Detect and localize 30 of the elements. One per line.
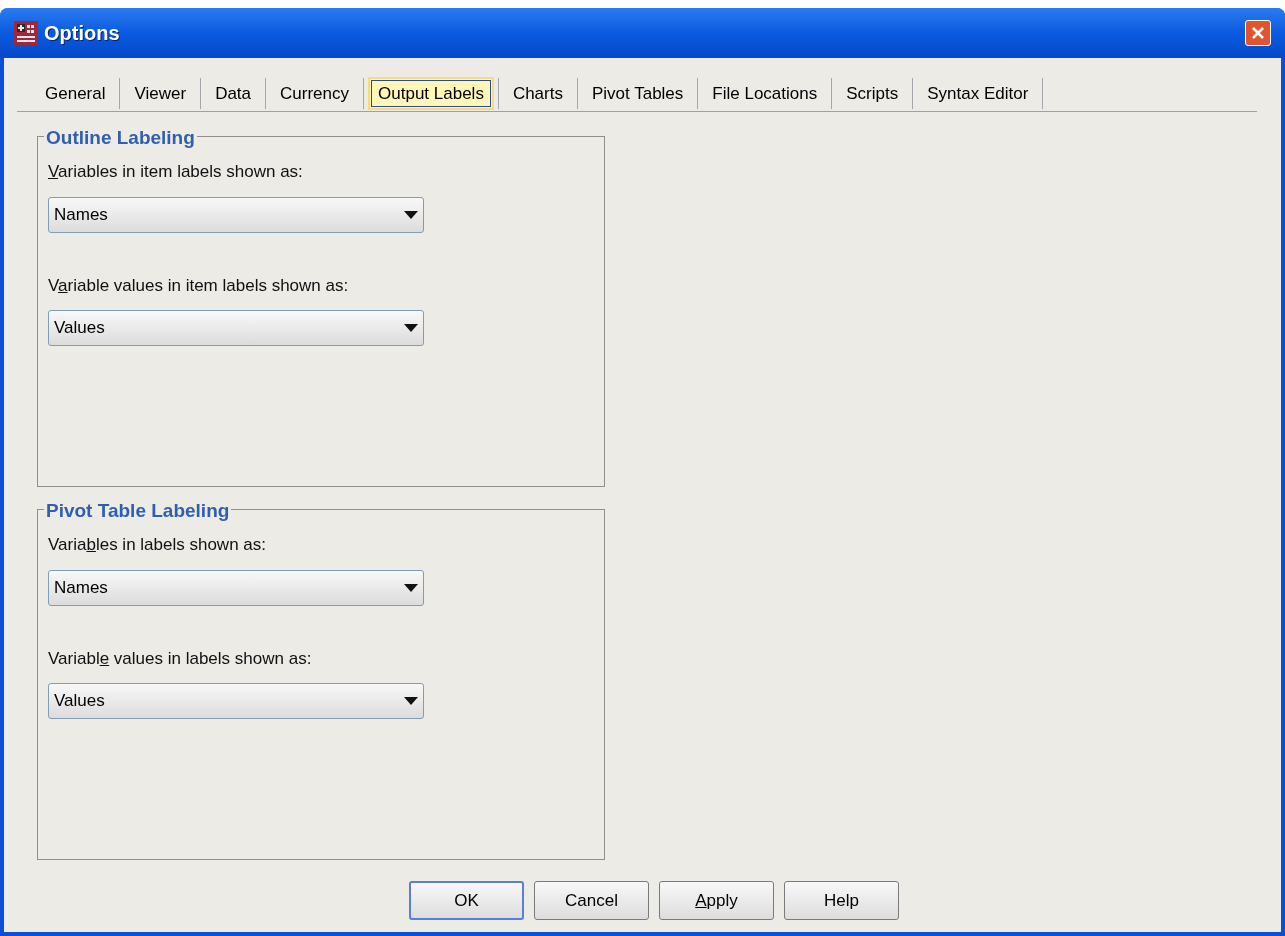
- close-button[interactable]: [1245, 20, 1271, 46]
- dialog-button[interactable]: Apply: [659, 881, 774, 920]
- dropdown-arrow-icon: [404, 324, 418, 332]
- tab[interactable]: Charts: [502, 76, 573, 111]
- close-icon: [1251, 26, 1265, 40]
- tab[interactable]: Pivot Tables: [581, 76, 694, 111]
- dialog-button[interactable]: OK: [409, 881, 524, 920]
- tab[interactable]: Viewer: [124, 76, 197, 111]
- tab[interactable]: General: [35, 76, 116, 111]
- tab[interactable]: Scripts: [836, 76, 909, 111]
- dropdown-arrow-icon: [404, 210, 418, 219]
- field-label: Variable values in item labels shown as:: [48, 274, 350, 297]
- dropdown[interactable]: Names: [48, 196, 424, 233]
- dropdown[interactable]: Values: [48, 683, 424, 719]
- dropdown-arrow-icon: [404, 697, 418, 705]
- tab[interactable]: Syntax Editor: [917, 76, 1039, 111]
- dialog-button[interactable]: Cancel: [534, 881, 649, 920]
- tab[interactable]: Data: [205, 76, 262, 111]
- dropdown-arrow-icon: [404, 583, 418, 592]
- app-icon: [14, 21, 38, 45]
- dropdown[interactable]: Names: [48, 569, 424, 606]
- tab[interactable]: Output Labels: [368, 76, 494, 111]
- dialog-button[interactable]: Help: [784, 881, 899, 920]
- window-title: Options: [44, 21, 121, 46]
- field-label: Variables in item labels shown as:: [48, 161, 304, 183]
- field-label: Variables in labels shown as:: [48, 534, 267, 556]
- dropdown[interactable]: Values: [48, 310, 424, 346]
- field-label: Variable values in labels shown as:: [48, 647, 313, 670]
- tab[interactable]: Currency: [270, 76, 360, 111]
- tab[interactable]: File Locations: [702, 76, 828, 111]
